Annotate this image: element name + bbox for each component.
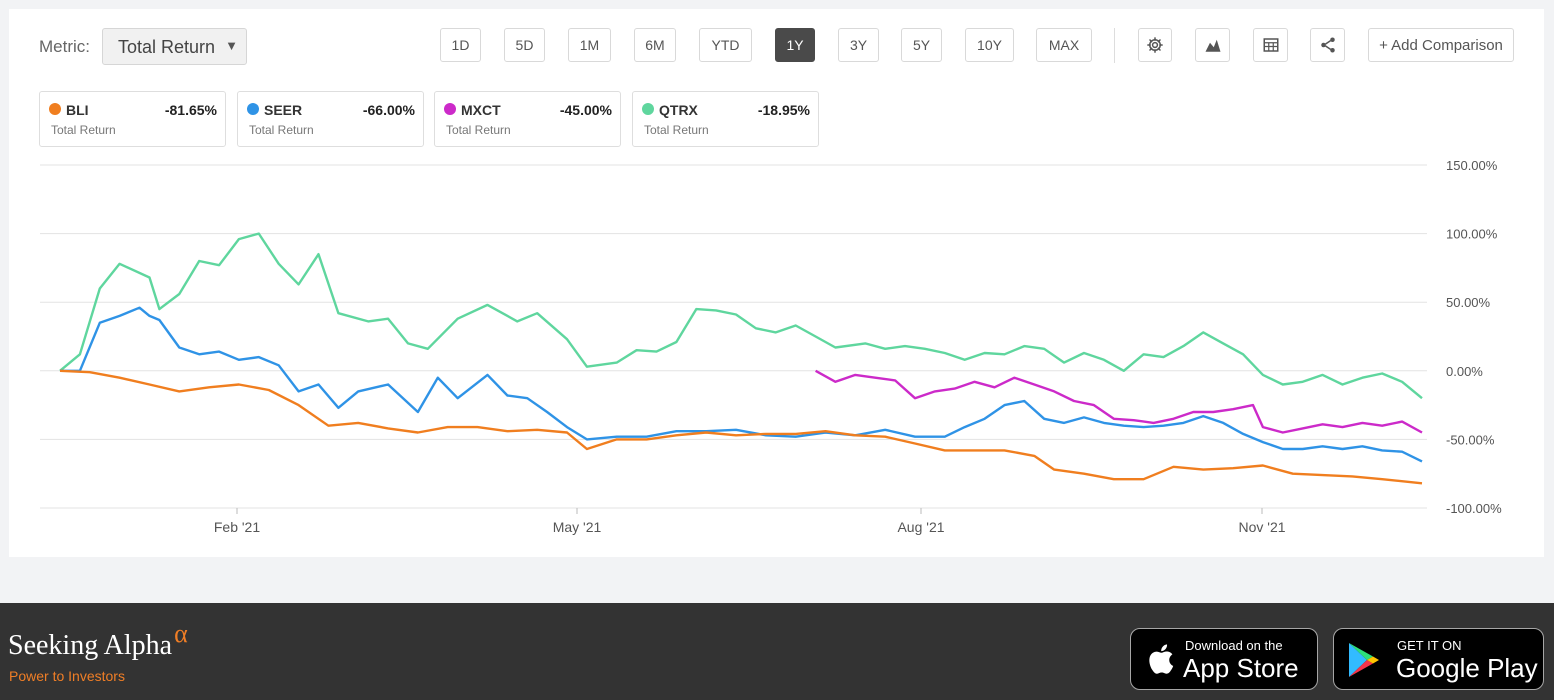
chart-type-button[interactable] (1195, 28, 1230, 62)
ticker-card-mxct[interactable]: MXCT -45.00% Total Return (434, 91, 621, 147)
alpha-symbol: α (174, 619, 188, 648)
x-tick-label: Aug '21 (897, 519, 944, 535)
app-store-badge[interactable]: Download on the App Store (1130, 628, 1318, 690)
series-line-seer (60, 306, 1423, 463)
ticker-symbol: MXCT (461, 102, 501, 118)
footer: Seeking Alphaα Power to Investors Downlo… (0, 603, 1554, 700)
period-1y-button[interactable]: 1Y (775, 28, 815, 62)
ticker-symbol: BLI (66, 102, 89, 118)
ticker-metric: Total Return (446, 123, 511, 137)
app-store-big-text: App Store (1183, 653, 1299, 683)
period-3y-button[interactable]: 3Y (838, 28, 879, 62)
settings-button[interactable] (1138, 28, 1172, 62)
y-tick-label: 100.00% (1446, 227, 1498, 242)
series-color-dot (49, 103, 61, 115)
total-return-chart: 150.00% 100.00% 50.00% 0.00% -50.00% -100.00%… (40, 158, 1502, 535)
ticker-symbol: SEER (264, 102, 303, 118)
period-5y-button[interactable]: 5Y (901, 28, 942, 62)
app-store-small-text: Download on the (1185, 638, 1283, 653)
table-icon (1263, 38, 1278, 52)
y-tick-label: 50.00% (1446, 295, 1491, 310)
toolbar-divider (1114, 28, 1115, 63)
ticker-change: -18.95% (757, 102, 810, 118)
y-tick-label: 150.00% (1446, 158, 1498, 173)
caret-down-icon: ▼ (225, 38, 238, 53)
series-color-dot (444, 103, 456, 115)
ticker-metric: Total Return (249, 123, 314, 137)
period-10y-button[interactable]: 10Y (965, 28, 1014, 62)
share-button[interactable] (1310, 28, 1345, 62)
ticker-card-bli[interactable]: BLI -81.65% Total Return (39, 91, 226, 147)
period-1d-button[interactable]: 1D (440, 28, 481, 62)
seeking-alpha-logo[interactable]: Seeking Alphaα (8, 619, 188, 662)
series-line-qtrx (59, 232, 1423, 400)
google-play-big-text: Google Play (1396, 653, 1538, 683)
google-play-badge[interactable]: GET IT ON Google Play (1333, 628, 1544, 690)
series-color-dot (247, 103, 259, 115)
y-tick-label: -100.00% (1446, 501, 1502, 516)
ticker-change: -45.00% (559, 102, 612, 118)
series-color-dot (642, 103, 654, 115)
apple-icon (1149, 644, 1174, 674)
x-tick-label: May '21 (553, 519, 602, 535)
ticker-metric: Total Return (644, 123, 709, 137)
period-5d-button[interactable]: 5D (504, 28, 545, 62)
add-comparison-button[interactable]: + Add Comparison (1368, 28, 1514, 62)
metric-select[interactable]: Total Return ▼ (102, 28, 247, 65)
y-tick-label: -50.00% (1446, 432, 1495, 447)
series-line-bli (59, 369, 1423, 485)
metric-value: Total Return (118, 37, 216, 57)
period-max-button[interactable]: MAX (1036, 28, 1092, 62)
ticker-card-qtrx[interactable]: QTRX -18.95% Total Return (632, 91, 819, 147)
period-1m-button[interactable]: 1M (568, 28, 611, 62)
share-icon (1320, 37, 1335, 53)
brand-name: Seeking Alpha (8, 630, 173, 661)
y-tick-label: 0.00% (1446, 364, 1483, 379)
ticker-change: -81.65% (164, 102, 217, 118)
ticker-card-seer[interactable]: SEER -66.00% Total Return (237, 91, 424, 147)
x-tick-label: Feb '21 (214, 519, 260, 535)
chart-type-icon (1205, 39, 1220, 52)
ticker-symbol: QTRX (659, 102, 698, 118)
tagline: Power to Investors (9, 668, 125, 684)
ticker-metric: Total Return (51, 123, 116, 137)
metric-label: Metric: (39, 37, 90, 56)
table-view-button[interactable] (1253, 28, 1288, 62)
google-play-small-text: GET IT ON (1397, 638, 1462, 653)
x-tick-label: Nov '21 (1238, 519, 1285, 535)
google-play-icon (1349, 643, 1379, 677)
gear-icon (1147, 37, 1163, 53)
ticker-change: -66.00% (362, 102, 415, 118)
period-ytd-button[interactable]: YTD (699, 28, 752, 62)
period-6m-button[interactable]: 6M (634, 28, 676, 62)
